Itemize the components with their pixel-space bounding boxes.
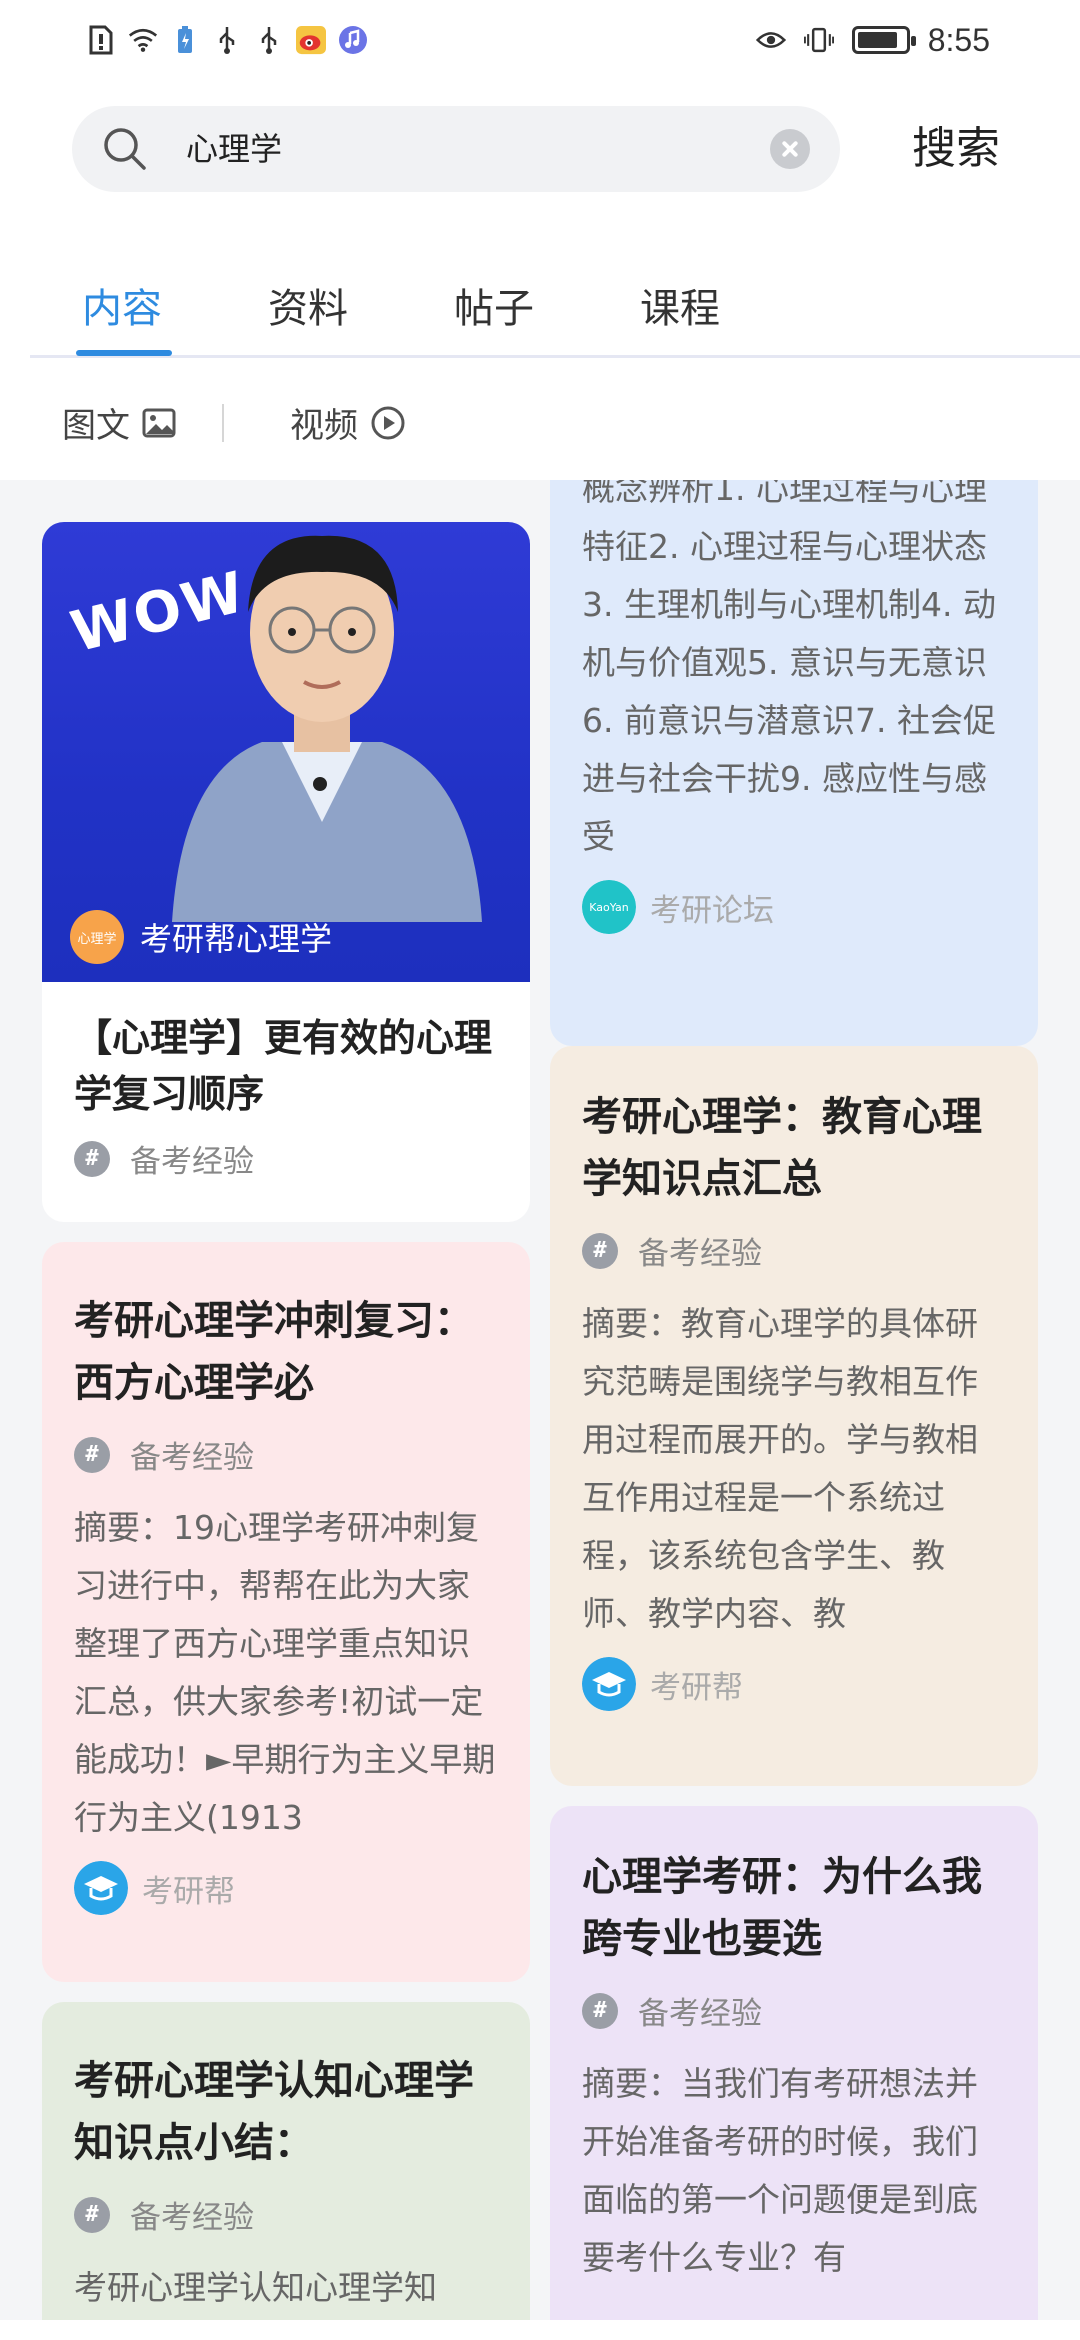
hashtag-icon: # (74, 2196, 110, 2233)
search-input[interactable]: 心理学 (186, 106, 282, 192)
card-tag: # 备考经验 (74, 1432, 498, 1477)
card-title: 考研心理学冲刺复习：西方心理学必 (74, 1298, 474, 1406)
article-card[interactable]: 心理学考研：为什么我跨专业也要选 # 备考经验 摘要：当我们有考研想法并开始准备… (550, 1806, 1038, 2320)
author-name: 考研论坛 (650, 892, 774, 929)
author-avatar (582, 1657, 636, 1711)
music-app-icon (338, 25, 368, 55)
article-card[interactable]: 概念辨析1. 心理过程与心理特征2. 心理过程与心理状态3. 生理机制与心理机制… (550, 480, 1038, 1046)
filter-video[interactable]: 视频 (290, 398, 406, 447)
search-icon (104, 128, 146, 170)
clear-search-icon[interactable] (770, 129, 810, 169)
channel-logo: 心理学 (70, 910, 124, 964)
channel-name: 考研帮心理学 (140, 920, 333, 958)
clock: 8:55 (927, 21, 990, 58)
card-body: 概念辨析1. 心理过程与心理特征2. 心理过程与心理状态3. 生理机制与心理机制… (550, 480, 1038, 962)
search-button[interactable]: 搜索 (912, 114, 1000, 184)
wifi-icon (128, 25, 158, 55)
author-avatar (74, 1861, 128, 1915)
article-card[interactable]: 考研心理学：教育心理学知识点汇总 # 备考经验 摘要：教育心理学的具体研究范畴是… (550, 1046, 1038, 1786)
tab-content[interactable]: 内容 (82, 276, 162, 334)
search-bar[interactable]: 心理学 (72, 106, 840, 192)
tab-posts[interactable]: 帖子 (454, 276, 534, 334)
eye-comfort-icon (755, 25, 786, 55)
card-author[interactable]: 考研帮 (74, 1861, 498, 1915)
author-avatar: KaoYan (582, 880, 636, 934)
card-title: 考研心理学认知心理学知识点小结： (74, 2058, 474, 2166)
card-author[interactable]: 考研帮 (582, 1657, 1006, 1711)
status-bar: 8:55 (0, 0, 1080, 80)
card-title: 心理学考研：为什么我跨专业也要选 (582, 1854, 982, 1962)
battery-level (857, 32, 897, 48)
card-summary: 概念辨析1. 心理过程与心理特征2. 心理过程与心理状态3. 生理机制与心理机制… (582, 480, 996, 856)
hashtag-icon: # (582, 1992, 618, 2029)
card-tag: # 备考经验 (582, 1228, 1006, 1273)
vibrate-icon (803, 25, 834, 55)
battery-saver-icon (170, 25, 200, 55)
card-body: 考研心理学认知心理学知识点小结： # 备考经验 考研心理学认知心理学知 (42, 2002, 530, 2320)
hashtag-icon: # (74, 1140, 110, 1177)
status-bar-notifications (86, 20, 368, 60)
card-body: 考研心理学冲刺复习：西方心理学必 # 备考经验 摘要：19心理学考研冲刺复习进行… (42, 1242, 530, 1943)
hashtag-icon: # (74, 1436, 110, 1473)
tab-materials[interactable]: 资料 (268, 276, 348, 334)
card-summary: 摘要：当我们有考研想法并开始准备考研的时候，我们面临的第一个问题便是到底要考什么… (582, 2064, 978, 2277)
filter-image-text[interactable]: 图文 (62, 398, 176, 447)
content-feed: WOW 心理学 考研帮心理学 【心理学】更有效的心理学复习顺序 # 备考经验 考… (0, 480, 1080, 2320)
card-title: 【心理学】更有效的心理学复习顺序 (74, 1016, 493, 1116)
play-circle-icon (371, 406, 405, 439)
card-body: 【心理学】更有效的心理学复习顺序 # 备考经验 (42, 982, 530, 1209)
active-tab-indicator (76, 350, 172, 356)
hashtag-icon: # (582, 1232, 618, 1269)
card-body: 考研心理学：教育心理学知识点汇总 # 备考经验 摘要：教育心理学的具体研究范畴是… (550, 1046, 1038, 1739)
presenter-image (172, 535, 482, 922)
card-title: 考研心理学：教育心理学知识点汇总 (582, 1094, 982, 1202)
card-tag: # 备考经验 (74, 2192, 498, 2237)
card-summary: 摘要：19心理学考研冲刺复习进行中，帮帮在此为大家整理了西方心理学重点知识汇总，… (74, 1508, 496, 1837)
battery-icon (851, 26, 916, 54)
sim-alert-icon (86, 25, 116, 55)
tab-courses[interactable]: 课程 (640, 276, 720, 334)
author-name: 考研帮 (650, 1669, 743, 1706)
video-thumbnail[interactable]: WOW 心理学 考研帮心理学 (42, 522, 530, 982)
usb-icon (212, 25, 242, 55)
filter-video-label: 视频 (290, 406, 358, 446)
author-name: 考研帮 (142, 1873, 235, 1910)
filter-row: 图文 视频 (0, 370, 1080, 480)
card-summary: 考研心理学认知心理学知 (74, 2268, 437, 2307)
filter-divider (222, 404, 224, 442)
article-card[interactable]: 考研心理学认知心理学知识点小结： # 备考经验 考研心理学认知心理学知 (42, 2002, 530, 2320)
card-tag: # 备考经验 (74, 1136, 498, 1181)
card-author[interactable]: KaoYan 考研论坛 (582, 880, 1006, 934)
card-summary: 摘要：教育心理学的具体研究范畴是围绕学与教相互作用过程而展开的。学与教相互作用过… (582, 1304, 978, 1633)
video-card[interactable]: WOW 心理学 考研帮心理学 【心理学】更有效的心理学复习顺序 # 备考经验 (42, 522, 530, 1222)
card-body: 心理学考研：为什么我跨专业也要选 # 备考经验 摘要：当我们有考研想法并开始准备… (550, 1806, 1038, 2315)
card-tag: # 备考经验 (582, 1988, 1006, 2033)
svg-text:KaoYan: KaoYan (589, 901, 628, 914)
content-tabs: 内容 资料 帖子 课程 (30, 258, 1080, 358)
article-card[interactable]: 考研心理学冲刺复习：西方心理学必 # 备考经验 摘要：19心理学考研冲刺复习进行… (42, 1242, 530, 1982)
image-icon (142, 408, 176, 437)
usb-icon (254, 25, 284, 55)
status-bar-system: 8:55 (755, 20, 990, 60)
weibo-icon (296, 25, 326, 55)
filter-image-text-label: 图文 (62, 406, 130, 446)
video-channel: 心理学 考研帮心理学 (70, 910, 332, 964)
